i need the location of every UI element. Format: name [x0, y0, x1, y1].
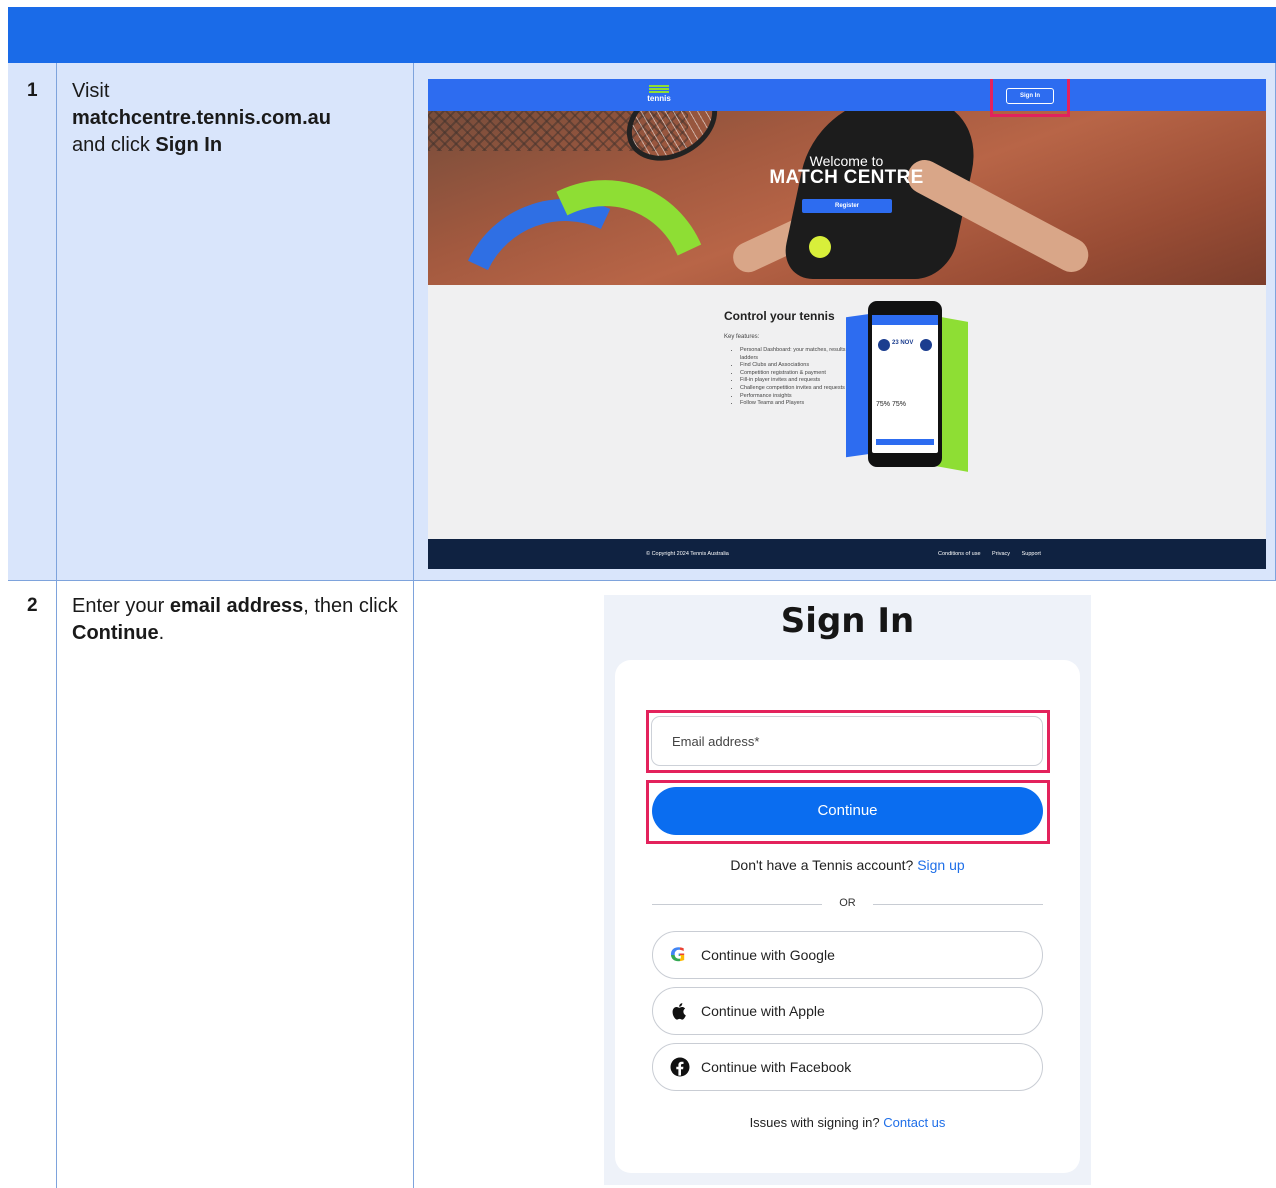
- sign-in-highlight: [990, 79, 1070, 117]
- issues-text: Issues with signing in?: [749, 1115, 880, 1130]
- sign-in-screenshot: Sign In Continue Don't have a Tennis acc…: [604, 595, 1091, 1185]
- contact-us-link[interactable]: Contact us: [883, 1115, 945, 1130]
- apple-icon: [670, 1001, 690, 1021]
- list-item: Competition registration & payment: [740, 370, 860, 378]
- site-nav: tennis Sign In: [428, 79, 1266, 111]
- step-number: 2: [27, 595, 38, 616]
- instruction-url: matchcentre.tennis.com.au: [72, 107, 331, 129]
- facebook-icon: [670, 1057, 690, 1077]
- sign-in-title: Sign In: [780, 601, 915, 641]
- step-row-2: 2 Enter your email address, then click C…: [8, 580, 1276, 1188]
- footer-link-privacy[interactable]: Privacy: [992, 551, 1010, 557]
- footer-link-support[interactable]: Support: [1022, 551, 1041, 557]
- email-highlight: [646, 710, 1050, 773]
- instruction-text: Visit: [72, 80, 110, 102]
- list-item: Challenge competition invites and reques…: [740, 385, 860, 393]
- features-list: Personal Dashboard: your matches, result…: [730, 347, 860, 408]
- avatar: [878, 339, 890, 351]
- or-divider: OR: [652, 896, 1043, 912]
- sign-up-link[interactable]: Sign up: [917, 857, 964, 873]
- button-label: Continue with Apple: [701, 1003, 825, 1019]
- features-title: Control your tennis: [724, 309, 835, 323]
- list-item: Follow Teams and Players: [740, 400, 860, 408]
- phone-button: [876, 439, 934, 445]
- sign-in-card: Continue Don't have a Tennis account? Si…: [615, 660, 1080, 1173]
- signup-text: Don't have a Tennis account?: [730, 857, 914, 873]
- match-date: 23 NOV: [892, 340, 914, 346]
- list-item: Performance insights: [740, 393, 860, 401]
- match-centre-screenshot: Welcome to MATCH CENTRE Register tennis …: [428, 79, 1266, 569]
- column-divider: [413, 63, 414, 1188]
- score-text: 75% 75%: [876, 401, 906, 408]
- tennis-logo-icon: [649, 85, 669, 93]
- table-header-bar: [8, 7, 1276, 63]
- footer-links: Conditions of use Privacy Support: [938, 551, 1051, 557]
- google-icon: G: [670, 945, 690, 965]
- button-label: Continue with Google: [701, 947, 835, 963]
- or-text: OR: [839, 897, 856, 909]
- instruction-action: Sign In: [155, 134, 223, 156]
- step-number: 1: [27, 80, 38, 101]
- step-instruction: Enter your email address, then click Con…: [72, 593, 412, 647]
- instruction-text: and click: [72, 134, 156, 156]
- phone-mockup: 23 NOV 75% 75%: [868, 301, 942, 467]
- logo-text: tennis: [647, 94, 671, 103]
- instruction-action: Continue: [72, 622, 159, 644]
- site-footer: © Copyright 2024 Tennis Australia Condit…: [428, 539, 1266, 569]
- instruction-text: Enter your: [72, 595, 170, 617]
- instruction-text: .: [158, 622, 165, 644]
- register-button[interactable]: Register: [802, 199, 892, 213]
- row-divider: [8, 580, 1276, 581]
- phone-screen: 23 NOV 75% 75%: [872, 315, 938, 453]
- tennis-ball-image: [809, 236, 831, 258]
- avatar: [920, 339, 932, 351]
- instruction-text: , then click: [303, 595, 398, 617]
- tennis-logo[interactable]: tennis: [644, 85, 674, 103]
- phone-header: [872, 315, 938, 325]
- step-instruction: Visit matchcentre.tennis.com.au and clic…: [72, 78, 412, 159]
- instruction-field: email address: [169, 595, 304, 617]
- list-item: Fill-in player invites and requests: [740, 377, 860, 385]
- list-item: Personal Dashboard: your matches, result…: [740, 347, 860, 362]
- step-row-1: 1 Visit matchcentre.tennis.com.au and cl…: [8, 63, 1276, 580]
- features-subtitle: Key features:: [724, 334, 760, 340]
- issues-prompt: Issues with signing in? Contact us: [615, 1115, 1080, 1130]
- button-label: Continue with Facebook: [701, 1059, 852, 1075]
- welcome-heading: MATCH CENTRE: [769, 167, 924, 188]
- list-item: Find Clubs and Associations: [740, 362, 860, 370]
- green-swoosh-graphic: [453, 148, 745, 285]
- column-divider: [56, 63, 57, 1188]
- continue-highlight: [646, 780, 1050, 844]
- footer-link-conditions[interactable]: Conditions of use: [938, 551, 981, 557]
- continue-with-facebook-button[interactable]: Continue with Facebook: [652, 1043, 1043, 1091]
- footer-copyright: © Copyright 2024 Tennis Australia: [646, 551, 729, 557]
- divider-line: [873, 904, 1043, 905]
- signup-prompt: Don't have a Tennis account? Sign up: [615, 857, 1080, 873]
- continue-with-google-button[interactable]: G Continue with Google: [652, 931, 1043, 979]
- continue-with-apple-button[interactable]: Continue with Apple: [652, 987, 1043, 1035]
